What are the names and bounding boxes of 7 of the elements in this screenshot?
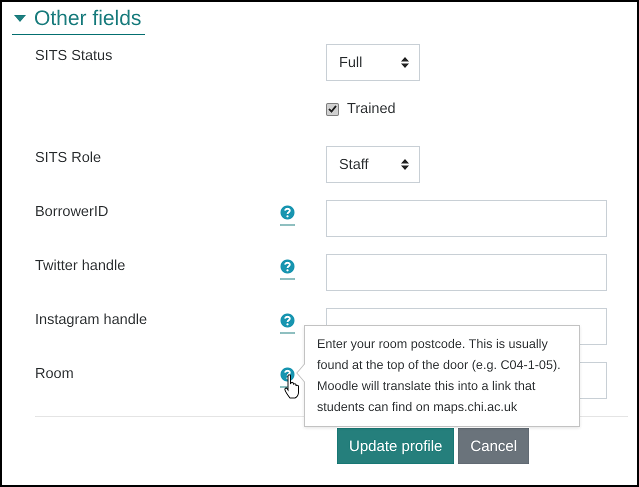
- tooltip: Enter your room postcode. This is usually found at the top of the door (e.g. C04-1-05). Moodle will translate this into a link that students can find on maps.chi.ac.uk: [304, 325, 580, 427]
- field-label: SITS Status: [35, 47, 114, 66]
- field-label: Room: [35, 365, 75, 384]
- field-label: SITS Role: [35, 149, 102, 168]
- field-label: Instagram handle: [35, 311, 148, 330]
- field-label: Twitter handle: [35, 257, 126, 276]
- field-label: BorrowerID: [35, 203, 110, 222]
